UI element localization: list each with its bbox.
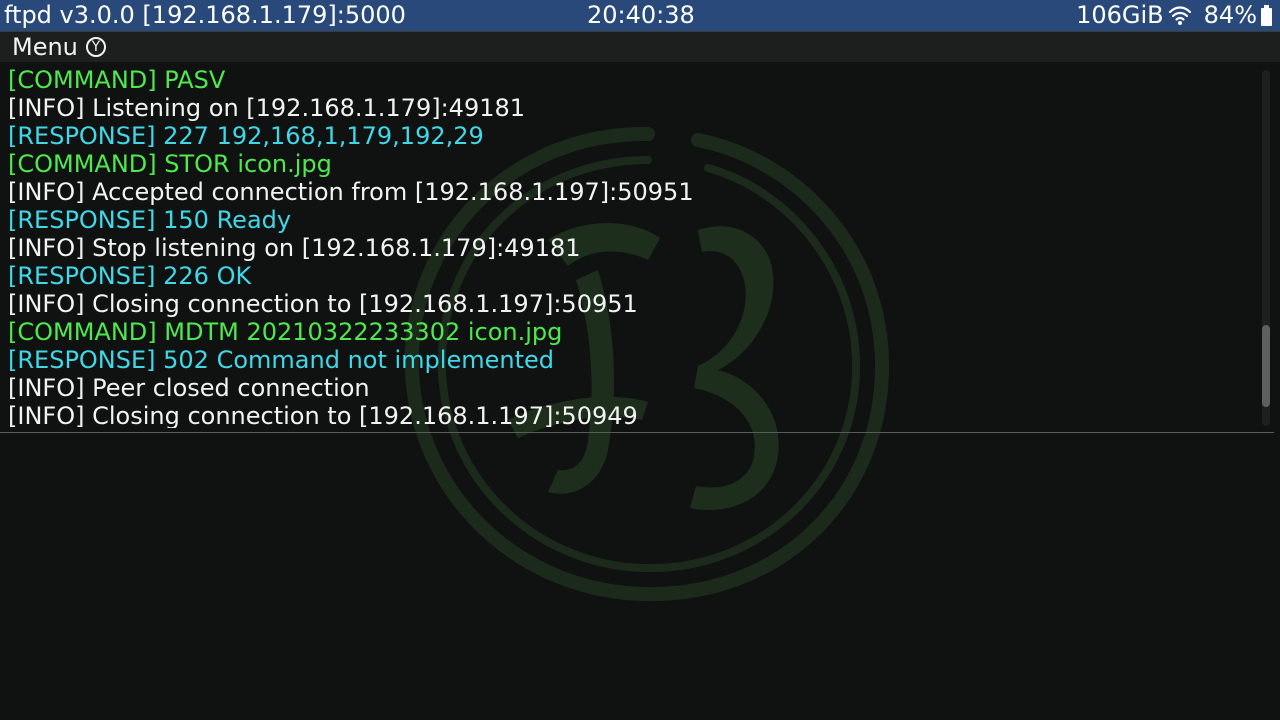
log-line-response: [RESPONSE] 502 Command not implemented [8, 346, 554, 374]
log-scrollbar[interactable] [1262, 70, 1270, 426]
log-line-response: [RESPONSE] 227 192,168,1,179,192,29 [8, 122, 484, 150]
log-panel[interactable]: [COMMAND] PASV [INFO] Listening on [192.1… [0, 62, 1274, 433]
status-bar: ftpd v3.0.0 [192.168.1.179]:5000 20:40:3… [0, 0, 1280, 31]
menu-label: Menu [12, 33, 78, 61]
status-indicators: 106GiB 84% [1076, 0, 1272, 31]
log-line-command: [COMMAND] STOR icon.jpg [8, 150, 332, 178]
log-line-info: [INFO] Listening on [192.168.1.179]:4918… [8, 94, 526, 122]
log-line-command: [COMMAND] MDTM 20210322233302 icon.jpg [8, 318, 563, 346]
log-line-info: [INFO] Accepted connection from [192.168… [8, 178, 694, 206]
y-button-icon: Y [85, 37, 106, 57]
log-line-info: [INFO] Closing connection to [192.168.1.… [8, 290, 638, 318]
log-line-response: [RESPONSE] 150 Ready [8, 206, 292, 234]
ftpd-screen: ftpd v3.0.0 [192.168.1.179]:5000 20:40:3… [0, 0, 1280, 720]
log-line-info: [INFO] Closing connection to [192.168.1.… [8, 402, 638, 428]
free-space: 106GiB [1076, 1, 1164, 29]
app-title: ftpd v3.0.0 [192.168.1.179]:5000 [4, 1, 406, 29]
log-scrollbar-thumb[interactable] [1262, 325, 1270, 407]
wifi-icon [1168, 5, 1191, 25]
battery-icon [1261, 4, 1272, 26]
clock: 20:40:38 [587, 1, 695, 29]
log-lines: [COMMAND] PASV [INFO] Listening on [192.1… [8, 66, 1248, 428]
log-line-command: [COMMAND] PASV [8, 66, 226, 94]
menu-button[interactable]: Menu Y [12, 32, 106, 62]
menu-bar: Menu Y [0, 31, 1280, 62]
battery-percent: 84% [1203, 1, 1257, 29]
log-line-info: [INFO] Peer closed connection [8, 374, 370, 402]
log-line-response: [RESPONSE] 226 OK [8, 262, 252, 290]
log-line-info: [INFO] Stop listening on [192.168.1.179]… [8, 234, 581, 262]
